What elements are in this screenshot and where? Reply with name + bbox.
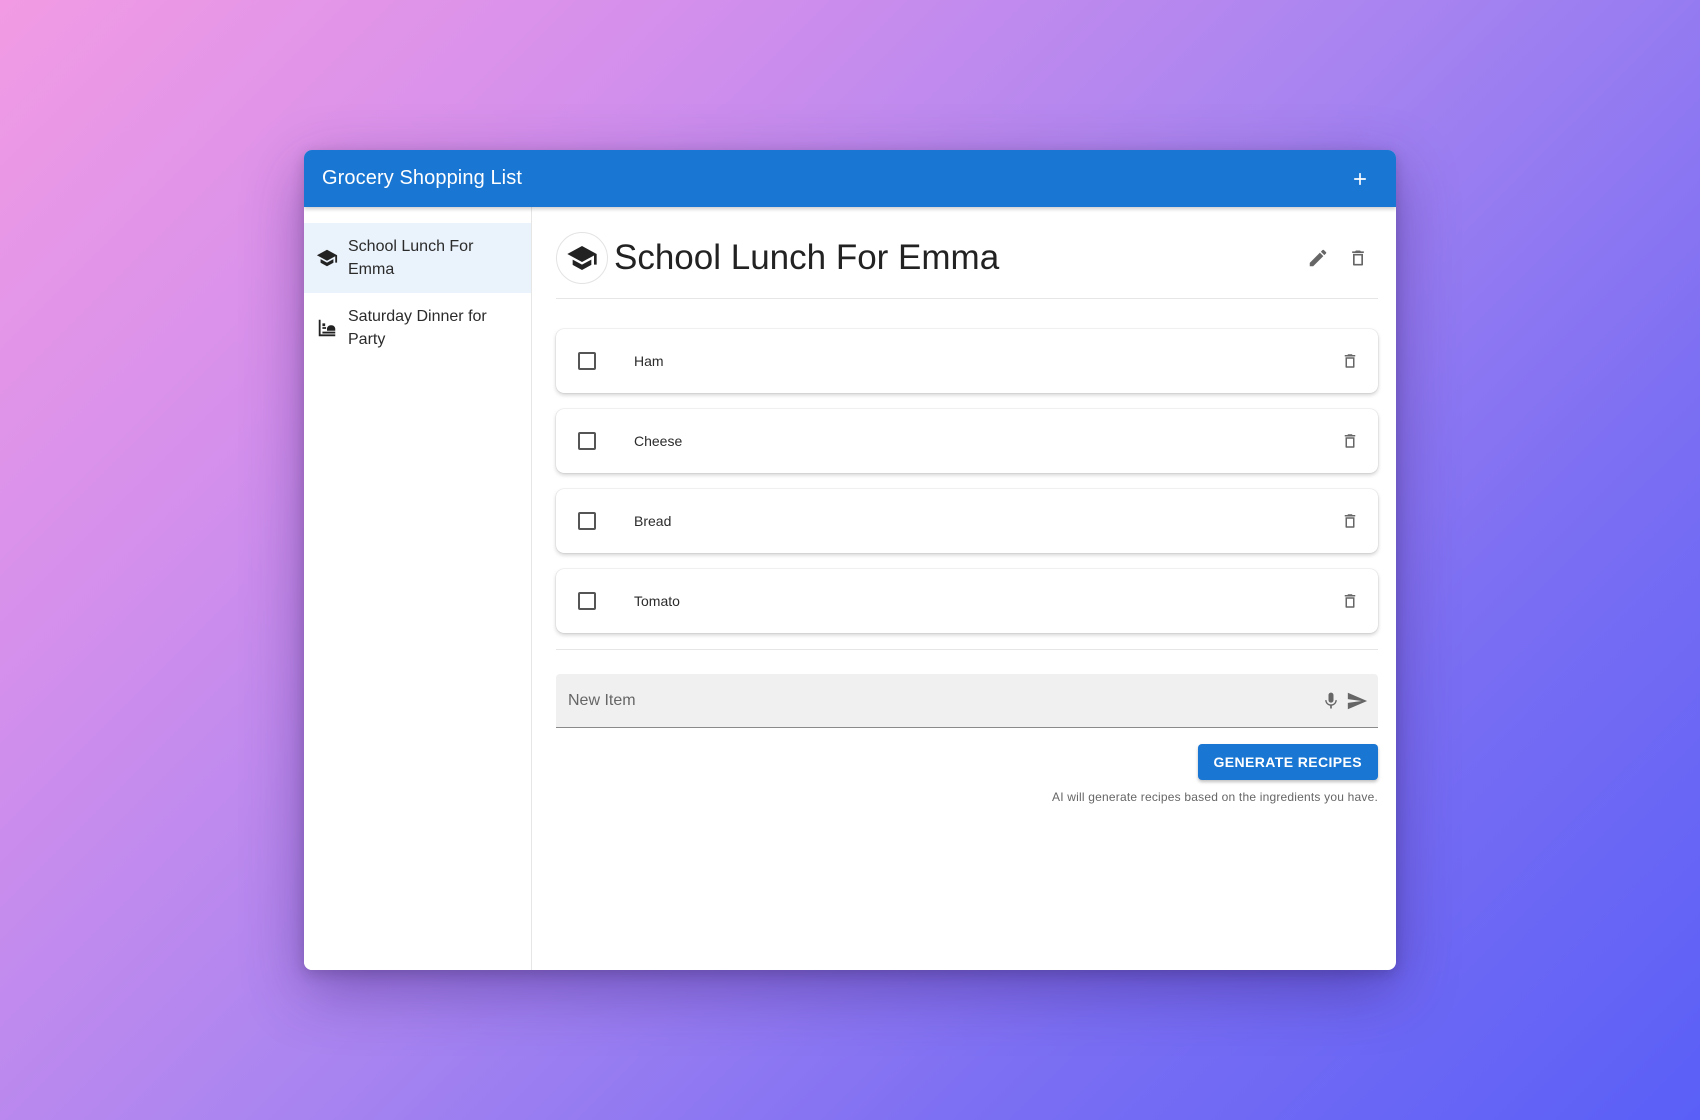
trash-icon (1344, 434, 1356, 448)
dinner-icon (316, 317, 338, 339)
list-item: Cheese (556, 409, 1378, 473)
new-item-field (556, 674, 1378, 728)
app-bar: Grocery Shopping List (304, 150, 1396, 207)
item-checkbox[interactable] (578, 432, 596, 450)
list-item: Tomato (556, 569, 1378, 633)
sidebar-item-saturday-dinner[interactable]: Saturday Dinner for Party (304, 293, 531, 363)
generate-recipes-button[interactable]: GENERATE RECIPES (1197, 744, 1378, 780)
delete-item-button[interactable] (1334, 425, 1366, 457)
school-cap-icon (567, 245, 597, 270)
item-label: Bread (634, 513, 672, 529)
list-header: School Lunch For Emma (556, 229, 1378, 299)
item-label: Cheese (634, 433, 683, 449)
trash-icon (1344, 594, 1356, 608)
delete-item-button[interactable] (1334, 345, 1366, 377)
page-title: School Lunch For Emma (614, 237, 1000, 277)
add-list-button[interactable] (1342, 161, 1378, 197)
delete-item-button[interactable] (1334, 505, 1366, 537)
school-cap-icon (316, 247, 338, 269)
divider (556, 649, 1378, 650)
sidebar: School Lunch For Emma Saturday Dinner fo… (304, 207, 532, 970)
send-item-button[interactable] (1344, 686, 1370, 716)
app-title: Grocery Shopping List (322, 167, 522, 189)
new-item-input[interactable] (568, 691, 1318, 710)
app-window: Grocery Shopping List School Lunch For E… (304, 150, 1396, 970)
send-icon (1347, 692, 1368, 709)
list-item: Bread (556, 489, 1378, 553)
plus-icon (1354, 172, 1366, 185)
sidebar-item-label: Saturday Dinner for Party (348, 308, 487, 348)
trash-icon (1344, 514, 1356, 528)
voice-input-button[interactable] (1318, 686, 1344, 716)
list-item: Ham (556, 329, 1378, 393)
edit-list-button[interactable] (1298, 238, 1338, 278)
pencil-icon (1309, 249, 1327, 266)
item-label: Ham (634, 353, 664, 369)
delete-list-button[interactable] (1338, 238, 1378, 278)
item-checkbox[interactable] (578, 592, 596, 610)
item-checkbox[interactable] (578, 352, 596, 370)
item-list: Ham Cheese Bread Tomato (556, 329, 1378, 633)
avatar (556, 231, 608, 284)
generate-hint: AI will generate recipes based on the in… (1052, 790, 1378, 804)
delete-item-button[interactable] (1334, 585, 1366, 617)
trash-icon (1344, 354, 1356, 368)
trash-icon (1352, 250, 1364, 265)
sidebar-item-school-lunch[interactable]: School Lunch For Emma (304, 223, 531, 293)
item-checkbox[interactable] (578, 512, 596, 530)
list-detail: School Lunch For Emma Ham Cheese Bread T… (532, 207, 1396, 970)
microphone-icon (1325, 692, 1337, 708)
sidebar-item-label: School Lunch For Emma (348, 238, 474, 278)
item-label: Tomato (634, 593, 680, 609)
